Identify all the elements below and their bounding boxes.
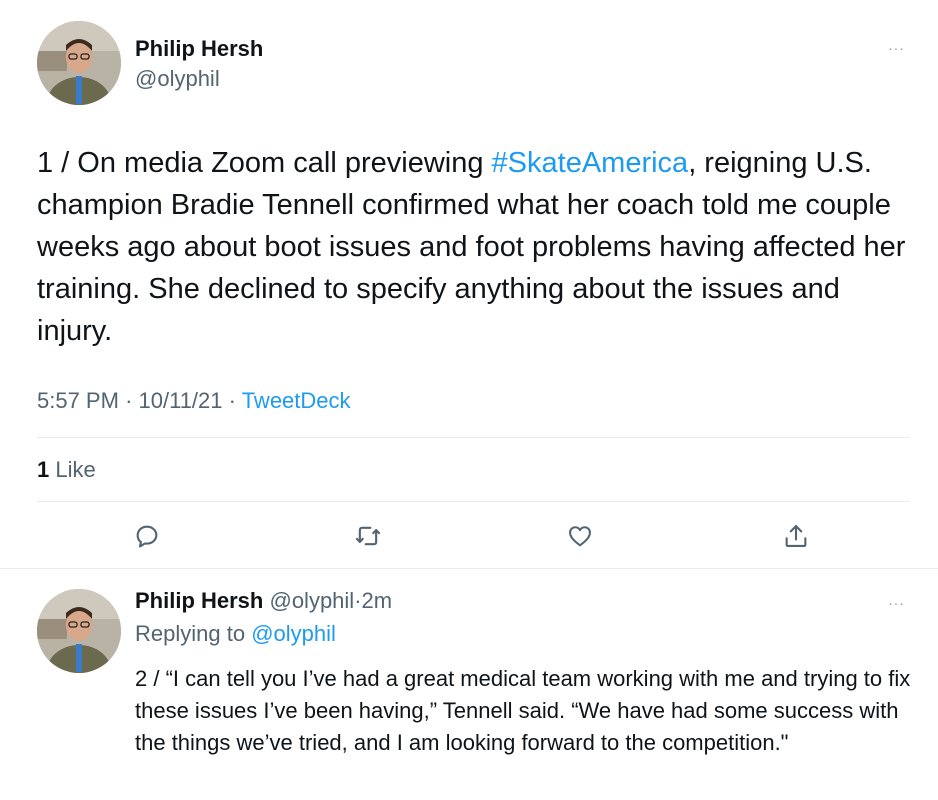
- avatar-photo-icon: [37, 21, 121, 105]
- avatar-photo-icon: [37, 589, 121, 673]
- likes-number: 1: [37, 457, 50, 482]
- meta-separator: ·: [228, 388, 236, 413]
- author-handle[interactable]: @olyphil: [135, 66, 220, 92]
- more-options-icon[interactable]: ···: [888, 40, 905, 56]
- avatar[interactable]: [37, 589, 121, 673]
- replying-to-mention[interactable]: @olyphil: [251, 621, 336, 646]
- likes-label: Like: [55, 457, 96, 482]
- author-name[interactable]: Philip Hersh: [135, 36, 263, 62]
- likes-count[interactable]: 1 Like: [37, 457, 96, 483]
- avatar[interactable]: [37, 21, 121, 105]
- tweet-date[interactable]: 10/11/21: [139, 388, 223, 413]
- share-icon[interactable]: [780, 520, 812, 552]
- author-name[interactable]: Philip Hersh: [135, 588, 263, 613]
- retweet-icon[interactable]: [352, 520, 384, 552]
- reply-header: Philip Hersh @olyphil·2m: [135, 588, 392, 614]
- main-tweet: Philip Hersh @olyphil ··· 1 / On media Z…: [0, 0, 938, 569]
- replying-to: Replying to @olyphil: [135, 621, 336, 647]
- tweet-meta: 5:57 PM · 10/11/21 · TweetDeck: [37, 388, 351, 414]
- heart-icon[interactable]: [564, 520, 596, 552]
- reply-tweet[interactable]: Philip Hersh @olyphil·2m ··· Replying to…: [0, 569, 938, 800]
- hashtag-link[interactable]: #SkateAmerica: [492, 147, 689, 179]
- tweet-source-link[interactable]: TweetDeck: [242, 388, 351, 413]
- meta-separator: ·: [125, 388, 133, 413]
- reply-text: 2 / “I can tell you I’ve had a great med…: [135, 666, 911, 755]
- tweet-text: 1 / On media Zoom call previewing #Skate…: [37, 142, 917, 352]
- replying-label: Replying to: [135, 621, 246, 646]
- comment-icon[interactable]: [131, 520, 163, 552]
- tweet-text-part: 1 / On media Zoom call previewing: [37, 147, 492, 179]
- more-options-icon[interactable]: ···: [888, 595, 905, 611]
- divider: [37, 501, 910, 502]
- tweet-time[interactable]: 5:57 PM: [37, 388, 119, 413]
- divider: [37, 437, 910, 438]
- tweet-time-ago[interactable]: 2m: [362, 588, 393, 613]
- meta-separator: ·: [354, 588, 362, 613]
- author-handle[interactable]: @olyphil: [269, 588, 354, 613]
